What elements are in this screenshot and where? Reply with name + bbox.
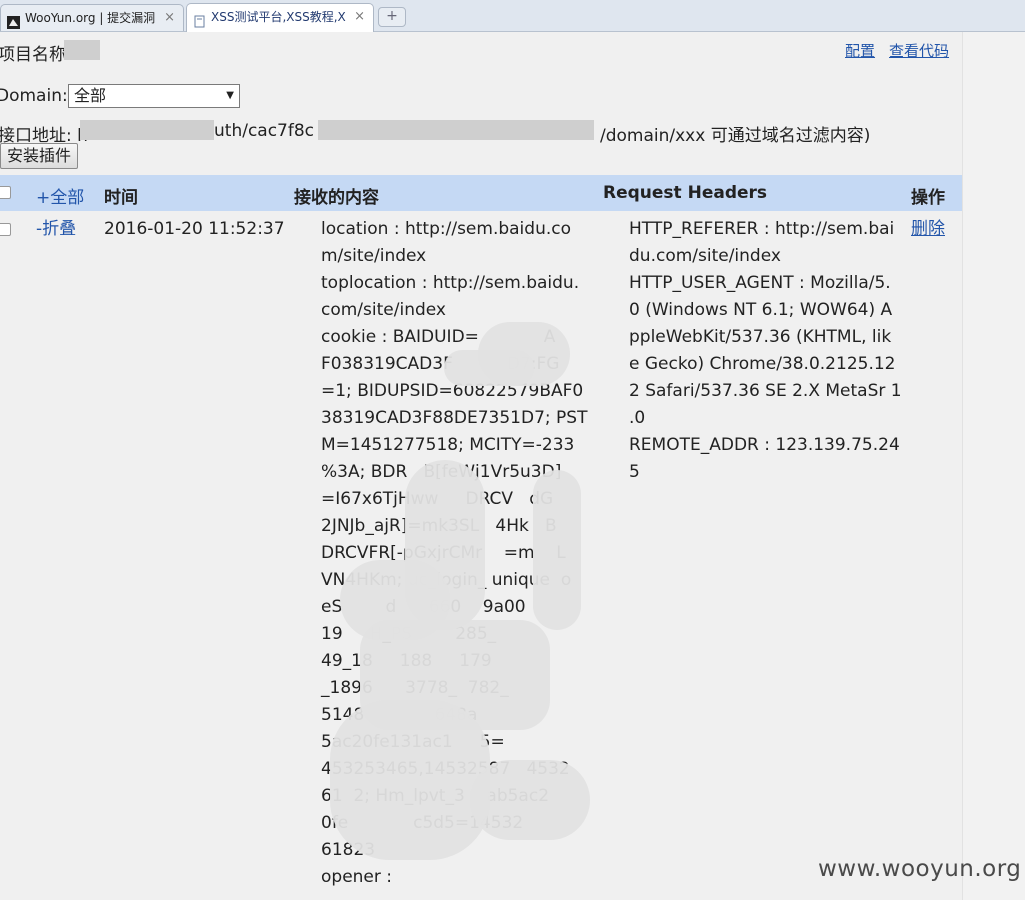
redacted-project-name <box>64 40 100 60</box>
close-icon[interactable]: × <box>354 4 365 30</box>
text-line: du.com/site/index <box>629 246 781 266</box>
redacted-endpoint-key <box>318 120 594 140</box>
install-plugin-button[interactable]: 安装插件 <box>0 143 78 169</box>
text-line: e Gecko) Chrome/38.0.2125.12 <box>629 354 896 374</box>
redacted-endpoint-host <box>80 120 214 140</box>
column-content: 接收的内容 <box>294 188 379 208</box>
text-line: HTTP_USER_AGENT : Mozilla/5. <box>629 273 891 293</box>
row-checkbox[interactable] <box>0 223 11 236</box>
browser-tab-bar: WooYun.org | 提交漏洞 × XSS测试平台,XSS教程,X × + <box>0 0 1025 32</box>
text-line: 0 (Windows NT 6.1; WOW64) A <box>629 300 893 320</box>
text-line: m/site/index <box>321 246 427 266</box>
close-icon[interactable]: × <box>164 5 175 31</box>
config-link[interactable]: 配置 <box>845 40 875 61</box>
view-code-link[interactable]: 查看代码 <box>889 40 949 61</box>
watermark: www.wooyun.org <box>818 856 1022 882</box>
column-time: 时间 <box>104 188 138 208</box>
column-action: 操作 <box>911 188 945 208</box>
page-icon <box>193 11 206 28</box>
text-line: toplocation : http://sem.baidu. <box>321 273 580 293</box>
endpoint-path: uth/cac7f8c <box>214 121 315 141</box>
tab-wooyun[interactable]: WooYun.org | 提交漏洞 × <box>0 4 184 31</box>
domain-select-value: 全部 <box>74 86 107 105</box>
wooyun-favicon-icon <box>7 12 20 29</box>
text-line: 5 <box>629 462 640 482</box>
text-line: 2 Safari/537.36 SE 2.X MetaSr 1 <box>629 381 902 401</box>
text-line: M=1451277518; MCITY=-233 <box>321 435 575 455</box>
table-header: +全部 时间 接收的内容 Request Headers 操作 <box>0 175 962 211</box>
domain-select[interactable]: 全部 ▼ <box>68 84 240 108</box>
tab-label: XSS测试平台,XSS教程,X <box>211 10 346 24</box>
text-line: REMOTE_ADDR : 123.139.75.24 <box>629 435 900 455</box>
select-all-checkbox[interactable] <box>0 186 11 199</box>
row-request-headers: HTTP_REFERER : http://sem.bai du.com/site… <box>629 216 902 486</box>
text-line: com/site/index <box>321 300 446 320</box>
text-line: .0 <box>629 408 646 428</box>
text-line: location : http://sem.baidu.co <box>321 219 571 239</box>
tab-xss-platform[interactable]: XSS测试平台,XSS教程,X × <box>186 3 374 32</box>
endpoint-hint: /domain/xxx 可通过域名过滤内容) <box>600 126 871 146</box>
text-line: ppleWebKit/537.36 (KHTML, lik <box>629 327 892 347</box>
chevron-down-icon: ▼ <box>226 90 234 101</box>
expand-all-link[interactable]: +全部 <box>36 183 84 208</box>
column-request-headers: Request Headers <box>603 183 768 203</box>
new-tab-button[interactable]: + <box>378 7 406 27</box>
collapse-link[interactable]: -折叠 <box>36 216 76 243</box>
text-line: opener : <box>321 867 393 887</box>
project-label: 项目名称 <box>0 45 66 65</box>
tab-label: WooYun.org | 提交漏洞 <box>25 11 156 25</box>
scroll-gutter <box>962 32 1025 900</box>
row-time: 2016-01-20 11:52:37 <box>104 219 285 239</box>
delete-link[interactable]: 删除 <box>911 216 945 243</box>
text-line: 38319CAD3F88DE7351D7; PST <box>321 408 588 428</box>
domain-label: Domain: <box>0 86 68 106</box>
text-line: HTTP_REFERER : http://sem.bai <box>629 219 895 239</box>
